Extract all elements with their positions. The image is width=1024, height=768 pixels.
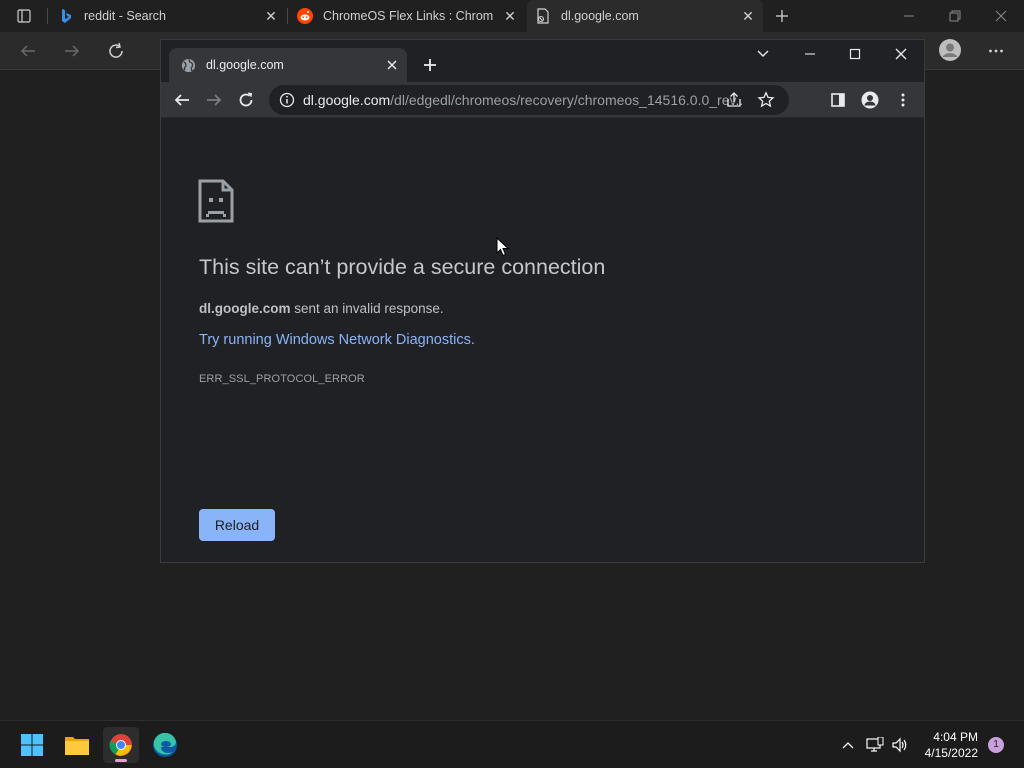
taskbar-chrome[interactable] — [103, 727, 139, 763]
bookmark-star-icon[interactable] — [757, 91, 775, 109]
error-heading: This site can’t provide a secure connect… — [199, 255, 606, 279]
url-host: dl.google.com — [303, 92, 391, 108]
profile-icon[interactable] — [858, 88, 882, 112]
side-panel-icon[interactable] — [826, 88, 850, 112]
mouse-cursor-icon — [496, 237, 510, 257]
settings-menu-icon[interactable] — [984, 39, 1008, 63]
chrome-tab-label: dl.google.com — [206, 58, 284, 72]
new-tab-icon[interactable] — [770, 4, 794, 28]
close-icon[interactable]: ✕ — [264, 9, 278, 23]
edge-tabstrip: reddit - Search ✕ ChromeOS Flex Links : … — [0, 0, 1024, 32]
address-bar[interactable]: dl.google.com/dl/edgedl/chromeos/recover… — [269, 85, 789, 115]
running-indicator — [115, 759, 127, 762]
windows-logo-icon — [21, 734, 43, 756]
notification-badge[interactable]: 1 — [988, 737, 1004, 753]
reddit-icon — [297, 8, 313, 24]
close-icon[interactable] — [385, 58, 399, 72]
bing-icon — [62, 9, 71, 23]
chrome-tab-dl-google[interactable]: dl.google.com — [169, 48, 407, 82]
url-path: /dl/edgedl/chromeos/recovery/chromeos_14… — [390, 92, 743, 108]
error-summary-text: sent an invalid response. — [290, 301, 444, 316]
chrome-window: dl.google.com dl.google.com/dl/edgedl/ch… — [160, 39, 925, 563]
globe-icon — [181, 58, 196, 72]
close-window-icon[interactable] — [989, 4, 1013, 28]
minimize-icon[interactable] — [798, 42, 822, 66]
restore-icon[interactable] — [943, 4, 967, 28]
info-icon[interactable] — [279, 92, 295, 108]
volume-icon[interactable] — [890, 735, 910, 755]
edge-tab-label: dl.google.com — [561, 9, 639, 23]
forward-icon[interactable] — [202, 88, 226, 112]
edge-tab-chromeos-flex-links[interactable]: ChromeOS Flex Links : ChromeO ✕ — [289, 0, 525, 32]
chrome-logo-icon — [109, 734, 132, 756]
back-icon[interactable] — [16, 39, 40, 63]
back-icon[interactable] — [170, 88, 194, 112]
network-diagnostics-link[interactable]: Try running Windows Network Diagnostics. — [199, 332, 475, 348]
maximize-icon[interactable] — [843, 42, 867, 66]
tab-actions-icon[interactable] — [12, 4, 36, 28]
error-summary: dl.google.com sent an invalid response. — [199, 301, 444, 316]
taskbar-edge[interactable] — [147, 727, 183, 763]
minimize-icon[interactable] — [897, 4, 921, 28]
edge-tab-label: reddit - Search — [84, 9, 166, 23]
chrome-menu-icon[interactable] — [891, 88, 915, 112]
clock-time: 4:04 PM — [933, 730, 978, 744]
taskbar-clock[interactable]: 4:04 PM 4/15/2022 — [925, 729, 978, 761]
edge-tab-reddit-search[interactable]: reddit - Search ✕ — [50, 0, 286, 32]
close-window-icon[interactable] — [889, 42, 913, 66]
close-icon[interactable]: ✕ — [503, 9, 517, 23]
share-icon[interactable] — [725, 91, 743, 109]
edge-logo-icon — [153, 732, 177, 757]
folder-icon — [65, 737, 89, 755]
error-page: This site can’t provide a secure connect… — [161, 119, 924, 562]
new-tab-icon[interactable] — [419, 54, 441, 76]
show-hidden-icons[interactable] — [838, 735, 858, 755]
edge-tab-label: ChromeOS Flex Links : ChromeO — [323, 9, 493, 23]
close-icon[interactable]: ✕ — [741, 9, 755, 23]
start-button[interactable] — [14, 727, 50, 763]
error-code: ERR_SSL_PROTOCOL_ERROR — [199, 373, 365, 385]
chrome-tabstrip: dl.google.com — [161, 40, 924, 82]
url-text[interactable]: dl.google.com/dl/edgedl/chromeos/recover… — [303, 92, 743, 108]
reload-button[interactable]: Reload — [199, 509, 275, 541]
error-host: dl.google.com — [199, 301, 291, 316]
sad-page-icon — [198, 179, 234, 223]
edge-tab-dl-google[interactable]: dl.google.com ✕ — [527, 0, 763, 32]
chrome-toolbar: dl.google.com/dl/edgedl/chromeos/recover… — [161, 82, 924, 118]
network-icon[interactable] — [865, 735, 885, 755]
taskbar: 4:04 PM 4/15/2022 1 — [0, 720, 1024, 768]
reload-icon[interactable] — [234, 88, 258, 112]
tab-search-icon[interactable] — [751, 42, 775, 66]
page-error-icon — [537, 8, 549, 24]
clock-date: 4/15/2022 — [924, 746, 978, 760]
forward-icon[interactable] — [60, 39, 84, 63]
taskbar-file-explorer[interactable] — [59, 727, 95, 763]
profile-avatar-icon[interactable] — [938, 38, 962, 62]
refresh-icon[interactable] — [104, 39, 128, 63]
